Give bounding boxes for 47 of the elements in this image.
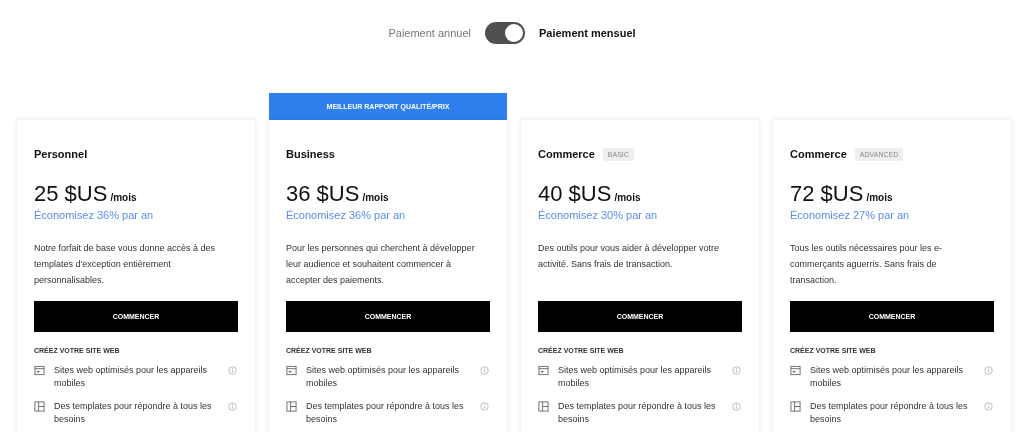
plan-name: Personnel xyxy=(34,148,88,160)
layout-icon xyxy=(286,401,297,412)
billing-toggle[interactable] xyxy=(485,22,525,44)
info-icon[interactable] xyxy=(480,402,489,411)
savings-text: Économisez 36% par an xyxy=(34,209,155,221)
info-icon[interactable] xyxy=(228,402,237,411)
price-period: /mois xyxy=(362,192,389,203)
monthly-label: Paiement mensuel xyxy=(539,27,636,39)
plan-name: Commerce xyxy=(790,148,847,160)
layout-icon xyxy=(34,401,45,412)
browser-icon xyxy=(34,365,45,376)
price-period: /mois xyxy=(866,192,893,203)
plan-price: 72 $US xyxy=(790,181,864,207)
plan-description: Tous les outils nécessaires pour les e-commerçants aguerris. Sans frais de transaction. xyxy=(790,242,944,287)
browser-icon xyxy=(790,365,801,376)
info-icon[interactable] xyxy=(732,366,741,375)
info-icon[interactable] xyxy=(480,366,489,375)
annual-label: Paiement annuel xyxy=(388,27,471,39)
plan-description: Pour les personnes qui cherchent à développer leur audience et souhaitent commencer à accepter des paiements. xyxy=(286,242,476,287)
savings-text: Économisez 30% par an xyxy=(538,209,659,221)
info-icon[interactable] xyxy=(228,366,237,375)
feature-text: Des templates pour répondre à tous les besoins xyxy=(306,400,465,426)
layout-icon xyxy=(790,401,801,412)
plan-price: 40 $US xyxy=(538,181,612,207)
feature-text: Sites web optimisés pour les appareils mobiles xyxy=(54,364,209,390)
feature-text: Des templates pour répondre à tous les besoins xyxy=(558,400,717,426)
info-icon[interactable] xyxy=(984,366,993,375)
plan-price: 36 $US xyxy=(286,181,360,207)
savings-text: Économisez 27% par an xyxy=(790,209,911,221)
browser-icon xyxy=(286,365,297,376)
layout-icon xyxy=(538,401,549,412)
plan-price: 25 $US xyxy=(34,181,108,207)
info-icon[interactable] xyxy=(732,402,741,411)
savings-text: Économisez 36% par an xyxy=(286,209,407,221)
feature-text: Des templates pour répondre à tous les besoins xyxy=(810,400,969,426)
feature-text: Sites web optimisés pour les appareils mobiles xyxy=(558,364,713,390)
feature-text: Des templates pour répondre à tous les besoins xyxy=(54,400,213,426)
plan-description: Notre forfait de base vous donne accès à des templates d'exception entièrement personnalisables. xyxy=(34,242,217,287)
price-period: /mois xyxy=(110,192,137,203)
feature-text: Sites web optimisés pour les appareils mobiles xyxy=(306,364,461,390)
browser-icon xyxy=(538,365,549,376)
feature-text: Sites web optimisés pour les appareils mobiles xyxy=(810,364,965,390)
price-period: /mois xyxy=(614,192,641,203)
plan-name: Business xyxy=(286,148,335,160)
plan-name: Commerce xyxy=(538,148,595,160)
info-icon[interactable] xyxy=(984,402,993,411)
plan-description: Des outils pour vous aider à développer votre activité. Sans frais de transaction. xyxy=(538,242,721,271)
